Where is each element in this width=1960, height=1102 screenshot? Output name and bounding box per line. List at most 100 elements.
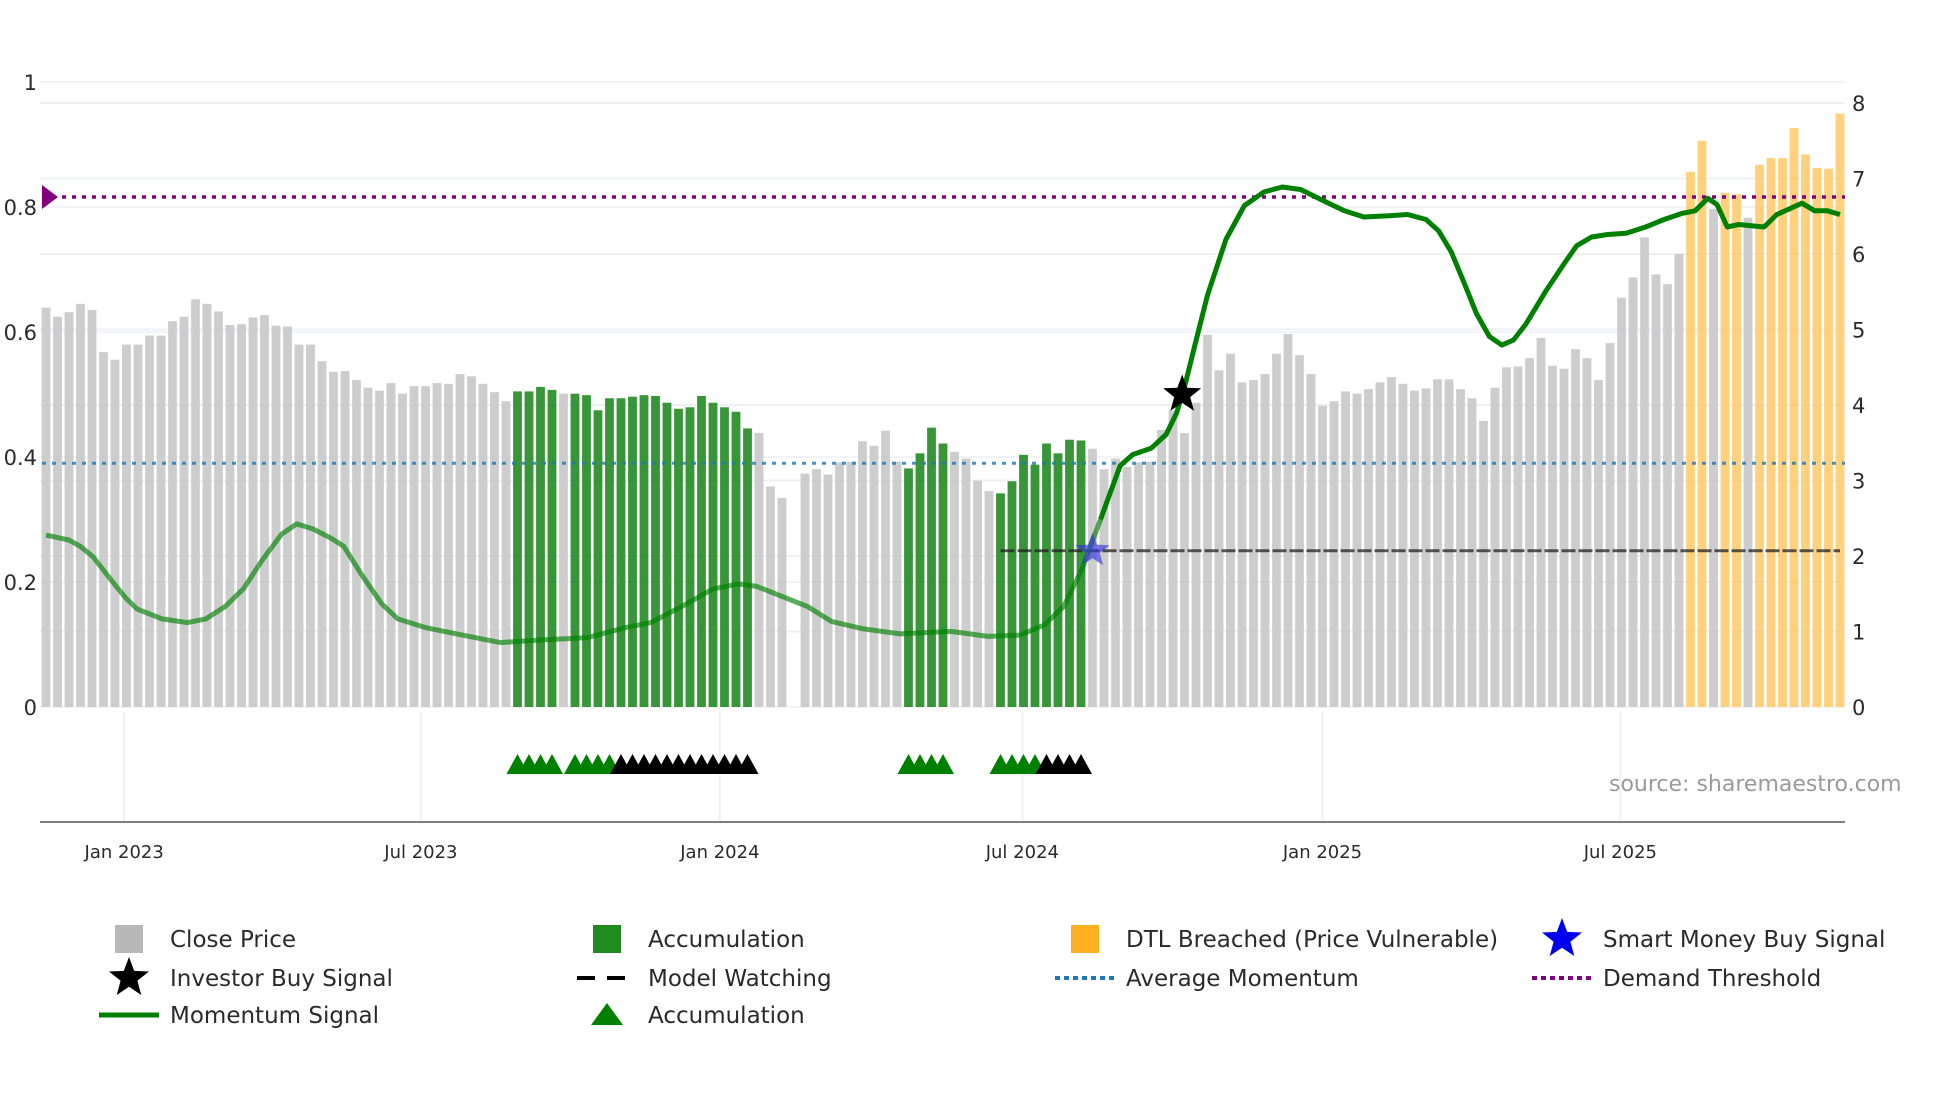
close-price-bar [179,316,189,707]
close-price-bar [754,432,764,707]
legend-label: Momentum Signal [170,1003,379,1029]
close-price-bar [99,352,108,707]
close-price-bar [248,317,258,707]
left-tick-label: 0.4 [4,446,37,470]
close-price-bar [1249,380,1258,707]
close-price-bar [1605,343,1615,707]
close-price-bar [271,325,281,707]
right-tick-label: 7 [1852,168,1865,192]
legend-label: Accumulation [648,1003,805,1029]
x-tick-label: Jul 2023 [383,842,457,863]
green-triangle-icon [591,1003,623,1025]
close-price-bar [421,386,430,707]
close-price-bar [478,383,488,707]
close-price-bar [1410,390,1419,707]
left-tick-label: 0.6 [4,321,37,345]
close-price-bar [1203,334,1212,707]
close-price-bar [352,380,361,707]
left-tick-label: 0 [24,696,37,720]
legend-item: Average Momentum [1055,966,1359,992]
close-price-bar [1709,208,1718,707]
accumulation-bar [996,493,1005,707]
legend-label: Average Momentum [1126,966,1359,992]
close-price-bar [1226,353,1235,707]
accumulation-bar [915,453,925,707]
dtl-breached-bar [1755,164,1764,707]
right-tick-label: 0 [1852,696,1865,720]
legend-item: Demand Threshold [1532,966,1821,992]
close-price-bar [1341,391,1350,707]
close-price-bar [444,383,453,707]
close-price-bar [76,303,85,707]
close-price-bar [1318,405,1327,707]
close-price-bar [409,386,419,707]
legend-label: Smart Money Buy Signal [1603,927,1885,953]
close-price-bar [973,480,982,707]
close-price-bar [53,316,62,707]
close-price-bar [110,359,120,707]
legend-label: Demand Threshold [1603,966,1821,992]
accumulation-bar [685,407,695,707]
dtl-breached-bar [1789,127,1799,708]
left-tick-label: 0.8 [4,196,37,220]
legend-label: Accumulation [648,927,805,953]
green-square-icon [593,925,621,953]
close-price-bar [869,445,879,707]
legend-item: Close Price [115,925,296,953]
close-price-bar [1295,355,1304,707]
close-price-bar [133,344,143,707]
accumulation-bar [904,468,913,707]
close-price-bar [1594,380,1603,707]
close-price-bar [823,474,833,707]
legend-label: Model Watching [648,966,832,992]
accumulation-bar [1030,464,1040,707]
x-tick-label: Jan 2024 [679,842,759,863]
dtl-breached-bar [1766,158,1776,708]
close-price-bar [892,461,902,707]
close-price-bar [1433,379,1442,707]
close-price-bar [559,393,568,707]
accumulation-bar [1053,453,1063,707]
close-price-bar [1088,448,1097,707]
accumulation-bar [674,408,683,707]
accumulation-bar [547,389,557,707]
close-price-bar [1467,398,1477,707]
close-price-bar [1525,358,1534,707]
legend-item: Smart Money Buy Signal [1542,918,1885,956]
accumulation-bar [639,395,649,707]
demand-threshold-marker [42,185,58,209]
close-price-bar [1168,410,1178,707]
close-price-bar [340,371,350,707]
orange-square-icon [1071,925,1099,953]
close-price-bar [260,315,269,707]
close-price-bar [375,390,384,707]
close-price-bar [122,344,131,707]
accumulation-bar [513,391,522,707]
close-price-bar [1272,353,1281,707]
accumulation-bar [927,427,936,707]
black-star-icon [109,957,149,995]
close-price-bar [501,401,511,707]
close-price-bar [1444,379,1454,707]
close-price-bar [1260,374,1270,707]
close-price-bar [1237,382,1247,707]
close-price-bar [881,430,890,707]
close-price-bar [1398,383,1408,707]
right-tick-label: 3 [1852,470,1865,494]
accumulation-bar [1019,454,1028,707]
dtl-breached-bar [1732,194,1741,708]
close-price-bar [490,392,499,707]
close-price-bar [1582,358,1592,707]
close-price-bar [846,461,856,707]
close-price-bar [467,376,476,707]
accumulation-bar [536,386,545,707]
gray-square-icon [115,925,143,953]
close-price-bar [1111,458,1120,707]
close-price-bar [363,387,373,707]
close-price-bar [1375,382,1385,707]
close-price-bar [835,462,844,707]
accumulation-bar [731,411,741,707]
close-price-bar [1502,367,1511,707]
left-tick-label: 0.2 [4,571,37,595]
right-tick-label: 5 [1852,319,1865,343]
